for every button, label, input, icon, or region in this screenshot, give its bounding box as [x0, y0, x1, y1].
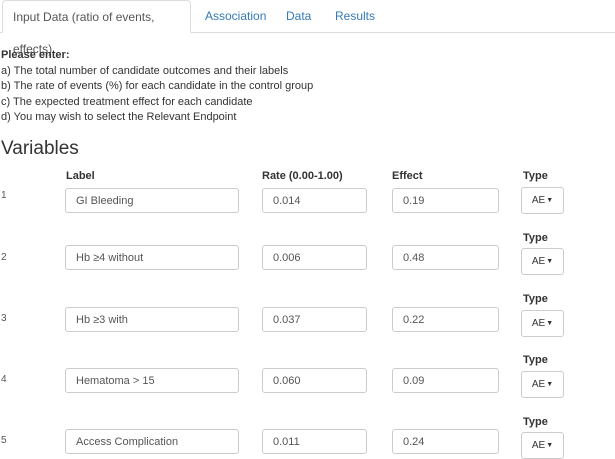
type-select-button[interactable]: AE▼	[521, 432, 564, 459]
type-label-heading: Type	[523, 416, 548, 428]
instructions: Please enter: a) The total number of can…	[1, 48, 313, 126]
effect-input[interactable]	[392, 307, 499, 332]
section-title: Variables	[1, 138, 79, 159]
column-header-rate: Rate (0.00-1.00)	[262, 170, 343, 182]
caret-down-icon: ▼	[546, 320, 554, 327]
caret-down-icon: ▼	[546, 258, 554, 265]
type-label: AE	[531, 440, 546, 451]
label-input[interactable]	[65, 368, 239, 393]
type-label: AE	[531, 318, 546, 329]
type-select-button[interactable]: AE▼	[521, 310, 564, 337]
type-select-button[interactable]: AE▼	[521, 371, 564, 398]
row-number: 1	[1, 190, 7, 201]
type-select-button[interactable]: AE▼	[521, 187, 564, 214]
label-input[interactable]	[65, 245, 239, 270]
column-header-type: Type	[523, 170, 548, 182]
type-label-heading: Type	[523, 354, 548, 366]
column-header-effect: Effect	[392, 170, 423, 182]
tab-data[interactable]: Data	[276, 0, 321, 32]
column-header-label: Label	[66, 170, 95, 182]
type-label: AE	[531, 379, 546, 390]
type-select-button[interactable]: AE▼	[521, 248, 564, 275]
label-input[interactable]	[65, 429, 239, 454]
rate-input[interactable]	[262, 307, 367, 332]
type-label-heading: Type	[523, 293, 548, 305]
effect-input[interactable]	[392, 368, 499, 393]
label-input[interactable]	[65, 188, 239, 213]
type-label: AE	[531, 195, 546, 206]
rate-input[interactable]	[262, 429, 367, 454]
caret-down-icon: ▼	[546, 381, 554, 388]
instruction-line: d) You may wish to select the Relevant E…	[1, 111, 237, 123]
tab-results[interactable]: Results	[325, 0, 385, 32]
type-label-heading: Type	[523, 232, 548, 244]
rate-input[interactable]	[262, 245, 367, 270]
effect-input[interactable]	[392, 188, 499, 213]
instruction-line: a) The total number of candidate outcome…	[1, 64, 289, 77]
tab-input-data[interactable]: Input Data (ratio of events, effects)	[2, 0, 191, 56]
caret-down-icon: ▼	[546, 442, 554, 449]
instructions-heading: Please enter:	[1, 49, 70, 61]
rate-input[interactable]	[262, 368, 367, 393]
rate-input[interactable]	[262, 188, 367, 213]
caret-down-icon: ▼	[546, 197, 554, 204]
row-number: 2	[1, 252, 7, 263]
row-number: 4	[1, 374, 7, 385]
type-label: AE	[531, 256, 546, 267]
effect-input[interactable]	[392, 245, 499, 270]
row-number: 3	[1, 313, 7, 324]
tab-association[interactable]: Association	[195, 0, 276, 32]
effect-input[interactable]	[392, 429, 499, 454]
instruction-line: c) The expected treatment effect for eac…	[1, 95, 253, 108]
instruction-line: b) The rate of events (%) for each candi…	[1, 80, 314, 92]
tab-bar: Input Data (ratio of events, effects) As…	[0, 0, 615, 56]
label-input[interactable]	[65, 307, 239, 332]
row-number: 5	[1, 435, 7, 446]
